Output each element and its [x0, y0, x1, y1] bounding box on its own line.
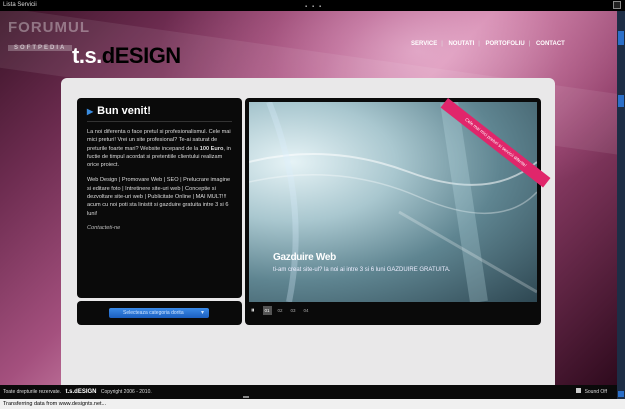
footer-brand: t.s.dESIGN: [65, 389, 97, 395]
scroll-down-button[interactable]: [618, 391, 624, 397]
nav-item-service[interactable]: SERVICE: [411, 41, 437, 47]
chevron-down-icon: ▾: [200, 310, 204, 316]
welcome-heading: ▶ Bun venit!: [87, 105, 232, 117]
site-logo[interactable]: t.s.dESIGN: [72, 43, 181, 69]
slide-button-02[interactable]: 02: [276, 306, 285, 315]
contact-link[interactable]: Contacteti-ne: [87, 225, 232, 231]
slide-button-01[interactable]: 01: [262, 306, 272, 315]
nav-item-contact[interactable]: CONTACT: [536, 41, 565, 47]
pause-icon[interactable]: ⏸: [251, 307, 255, 315]
divider: [87, 121, 232, 122]
top-navigation: SERVICE | NOUTATI | PORTOFOLIU | CONTACT: [411, 41, 569, 47]
category-select-box: Selecteaza categoria dorita ▾: [77, 301, 242, 325]
sound-label: Sound Off: [584, 389, 607, 395]
window-title: Lista Servicii: [3, 2, 37, 8]
welcome-title: Bun venit!: [97, 105, 151, 117]
footer-marker: [243, 396, 249, 398]
welcome-box: ▶ Bun venit! La noi diferenta o face pre…: [77, 98, 242, 298]
nav-item-portofoliu[interactable]: PORTOFOLIU: [485, 41, 524, 47]
window-titlebar: Lista Servicii ▪ ▪ ▪: [0, 0, 625, 11]
site-footer: Toate drepturile rezervate. t.s.dESIGN C…: [0, 385, 625, 399]
watermark-line2: SOFTPEDIA: [8, 45, 73, 51]
welcome-price: 100 Euro: [199, 145, 224, 152]
nav-separator: |: [528, 41, 531, 47]
status-text: Transferring data from www.designts.net.…: [3, 401, 107, 407]
sound-toggle[interactable]: Sound Off: [575, 385, 607, 399]
arrow-right-icon: ▶: [87, 106, 94, 116]
scrollbar-marker: [618, 95, 624, 107]
nav-item-noutati[interactable]: NOUTATI: [448, 41, 474, 47]
category-select-label: Selecteaza categoria dorita: [123, 310, 184, 316]
slide-button-03[interactable]: 03: [289, 306, 298, 315]
watermark-line1: FORUMUL: [8, 19, 90, 36]
image-slider: Gazduire Web ti-am creat site-ul? la noi…: [245, 98, 541, 325]
category-select[interactable]: Selecteaza categoria dorita ▾: [109, 308, 209, 318]
close-button[interactable]: [613, 1, 621, 9]
scrollbar-thumb[interactable]: [618, 31, 624, 45]
welcome-services: Web Design | Promovare Web | SEO | Prelu…: [87, 177, 231, 217]
slide-button-04[interactable]: 04: [302, 306, 311, 315]
logo-part2: dESIGN: [101, 43, 181, 68]
slide-image[interactable]: Gazduire Web ti-am creat site-ul? la noi…: [249, 102, 537, 302]
slide-title: Gazduire Web: [273, 252, 336, 263]
footer-copyright: Copyright 2006 - 2010.: [100, 389, 152, 395]
nav-separator: |: [441, 41, 443, 47]
vertical-scrollbar[interactable]: [617, 11, 625, 399]
logo-part1: t.s.: [72, 43, 102, 68]
footer-rights: Toate drepturile rezervate.: [3, 389, 62, 395]
welcome-intro: La noi diferenta o face pretul si profes…: [87, 128, 232, 169]
slide-text: ti-am creat site-ul? la noi ai intre 3 s…: [273, 267, 451, 273]
nav-separator: |: [478, 41, 480, 47]
speaker-icon: [575, 388, 581, 393]
browser-statusbar: Transferring data from www.designts.net.…: [0, 399, 625, 409]
slider-controls: ⏸ 01 02 03 04: [251, 306, 315, 315]
